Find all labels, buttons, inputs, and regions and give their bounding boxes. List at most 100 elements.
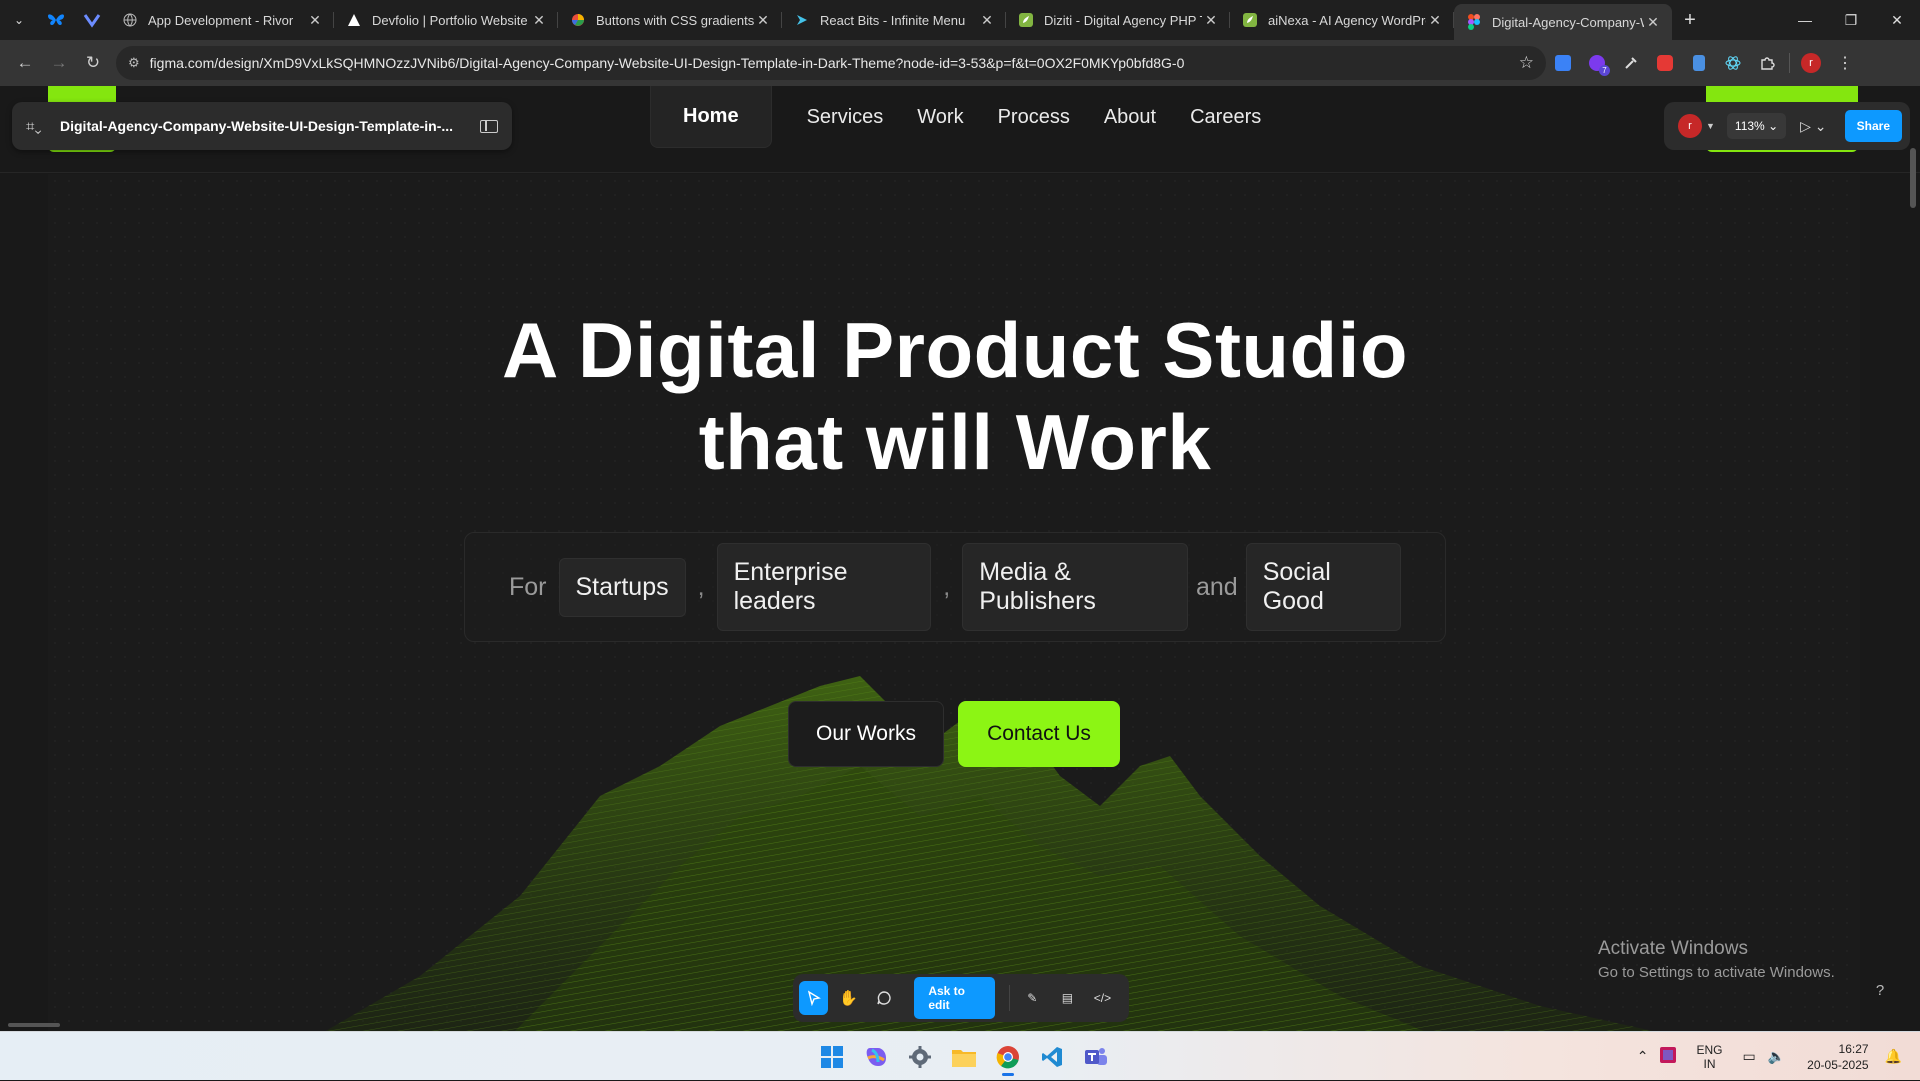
lang-code: ENG: [1696, 1042, 1723, 1057]
tab-css-gradients[interactable]: Buttons with CSS gradients ✕: [558, 0, 782, 40]
new-tab-button[interactable]: +: [1672, 9, 1708, 32]
nav-home[interactable]: Home: [650, 86, 772, 148]
tab-ainexa[interactable]: aiNexa - AI Agency WordPre ✕: [1230, 0, 1454, 40]
ask-to-edit-button[interactable]: Ask to edit: [914, 977, 995, 1019]
tab-close-icon[interactable]: ✕: [1644, 14, 1662, 31]
hand-tool-icon[interactable]: ✋: [834, 981, 863, 1015]
contact-us-button[interactable]: Contact Us: [958, 701, 1120, 767]
tab-close-icon[interactable]: ✕: [306, 12, 324, 29]
figma-file-panel: ⌗⌄ Digital-Agency-Company-Website-UI-Des…: [12, 102, 512, 150]
teams-icon[interactable]: [1074, 1038, 1118, 1076]
browser-tab-strip: ⌄ App Development - Rivor ✕ Devfolio | P…: [0, 0, 1920, 40]
our-works-button[interactable]: Our Works: [788, 701, 944, 767]
globe-icon: [122, 12, 138, 28]
comma-separator: ,: [697, 572, 705, 601]
reload-icon[interactable]: ↻: [76, 46, 110, 80]
bookmark-star-icon[interactable]: ☆: [1519, 53, 1534, 73]
network-icon[interactable]: ▭: [1743, 1048, 1756, 1065]
tab-search-icon[interactable]: ⌄: [0, 0, 38, 40]
tab-title: React Bits - Infinite Menu: [820, 12, 966, 28]
horizontal-scrollbar[interactable]: [8, 1023, 60, 1027]
tab-close-icon[interactable]: ✕: [1426, 12, 1444, 29]
nav-careers[interactable]: Careers: [1173, 86, 1278, 148]
move-tool-icon[interactable]: [799, 981, 829, 1015]
chrome-icon[interactable]: [986, 1038, 1030, 1076]
envato-icon: [1018, 12, 1034, 28]
tab-react-bits[interactable]: React Bits - Infinite Menu ✕: [782, 0, 1006, 40]
minimize-icon[interactable]: —: [1782, 0, 1828, 40]
extensions-puzzle-icon[interactable]: [1750, 46, 1784, 80]
design-mode-icon[interactable]: ▤: [1053, 981, 1082, 1015]
file-explorer-icon[interactable]: [942, 1038, 986, 1076]
extension-fi-icon[interactable]: [1546, 46, 1580, 80]
nav-about[interactable]: About: [1087, 86, 1173, 148]
tab-close-icon[interactable]: ✕: [978, 12, 996, 29]
browser-menu-icon[interactable]: ⋮: [1828, 46, 1862, 80]
restore-icon[interactable]: ❐: [1828, 0, 1874, 40]
extension-blue-doc-icon[interactable]: [1682, 46, 1716, 80]
tab-rivor[interactable]: App Development - Rivor ✕: [110, 0, 334, 40]
activate-title: Activate Windows: [1598, 938, 1748, 959]
share-button[interactable]: Share: [1844, 110, 1902, 142]
hero-heading: A Digital Product Studio that will Work: [0, 304, 1910, 488]
zoom-dropdown[interactable]: 113% ⌄: [1726, 113, 1787, 139]
volume-muted-icon[interactable]: 🔈: [1768, 1048, 1785, 1065]
nav-work[interactable]: Work: [900, 86, 980, 148]
devfolio-icon: [346, 12, 362, 28]
eyedropper-icon[interactable]: [1614, 46, 1648, 80]
help-icon[interactable]: ?: [1868, 982, 1892, 1006]
clock-date: 20-05-2025: [1807, 1057, 1869, 1072]
pinned-tab-app[interactable]: [74, 0, 110, 40]
copilot-icon[interactable]: [854, 1038, 898, 1076]
hero-line-1: A Digital Product Studio: [501, 306, 1409, 394]
present-play-icon[interactable]: ▷ ⌄: [1800, 118, 1826, 135]
close-window-icon[interactable]: ✕: [1874, 0, 1920, 40]
comment-tool-icon[interactable]: [869, 981, 898, 1015]
user-avatar[interactable]: r: [1678, 114, 1702, 138]
lang-region: IN: [1703, 1056, 1716, 1071]
draw-mode-icon[interactable]: ✎: [1018, 981, 1047, 1015]
divider: [1784, 46, 1794, 80]
settings-gear-icon[interactable]: [898, 1038, 942, 1076]
tab-diziti[interactable]: Diziti - Digital Agency PHP Te ✕: [1006, 0, 1230, 40]
back-arrow-icon[interactable]: ←: [8, 46, 42, 80]
file-name[interactable]: Digital-Agency-Company-Website-UI-Design…: [60, 118, 480, 134]
audience-tags: For Startups , Enterprise leaders , Medi…: [464, 532, 1446, 642]
app-icon: [83, 14, 101, 28]
chevron-down-icon[interactable]: ▼: [1706, 121, 1715, 131]
extension-purple-icon[interactable]: 7: [1580, 46, 1614, 80]
address-bar[interactable]: ⚙ figma.com/design/XmD9VxLkSQHMNOzzJVNib…: [116, 46, 1546, 80]
tab-close-icon[interactable]: ✕: [754, 12, 772, 29]
tray-app-icon[interactable]: [1660, 1047, 1677, 1066]
pinned-tab-butterfly[interactable]: [38, 0, 74, 40]
tab-title: Devfolio | Portfolio Website: [372, 12, 528, 28]
tab-title: Diziti - Digital Agency PHP Te: [1044, 12, 1202, 28]
react-devtools-icon[interactable]: [1716, 46, 1750, 80]
tab-close-icon[interactable]: ✕: [1202, 12, 1220, 29]
show-hidden-icons-chevron[interactable]: ⌃: [1637, 1048, 1649, 1065]
tab-close-icon[interactable]: ✕: [530, 12, 548, 29]
vertical-scrollbar[interactable]: [1910, 148, 1916, 208]
vscode-icon[interactable]: [1030, 1038, 1074, 1076]
site-info-icon[interactable]: ⚙: [128, 55, 140, 71]
nav-services[interactable]: Services: [790, 86, 901, 148]
url-text: figma.com/design/XmD9VxLkSQHMNOzzJVNib6/…: [149, 55, 1185, 71]
start-windows-icon[interactable]: [810, 1038, 854, 1076]
extension-red-icon[interactable]: [1648, 46, 1682, 80]
gradient-icon: [570, 12, 586, 28]
language-indicator[interactable]: ENG IN: [1696, 1043, 1722, 1071]
notification-bell-icon[interactable]: 🔔: [1885, 1048, 1902, 1065]
toggle-sidebar-icon[interactable]: [480, 119, 498, 133]
figma-canvas[interactable]: ⌗⌄ Digital-Agency-Company-Website-UI-Des…: [0, 86, 1920, 1031]
tab-title: Digital-Agency-Company-W: [1492, 14, 1644, 30]
clock[interactable]: 16:27 20-05-2025: [1807, 1041, 1868, 1073]
forward-arrow-icon[interactable]: →: [42, 46, 76, 80]
dev-mode-icon[interactable]: </>: [1088, 981, 1117, 1015]
nav-process[interactable]: Process: [981, 86, 1087, 148]
figma-icon: [1466, 14, 1482, 30]
clock-time: 16:27: [1838, 1041, 1869, 1056]
figma-menu-icon[interactable]: ⌗⌄: [26, 118, 60, 135]
profile-avatar[interactable]: r: [1794, 46, 1828, 80]
tab-devfolio[interactable]: Devfolio | Portfolio Website ✕: [334, 0, 558, 40]
tab-figma-active[interactable]: Digital-Agency-Company-W ✕: [1454, 4, 1672, 40]
